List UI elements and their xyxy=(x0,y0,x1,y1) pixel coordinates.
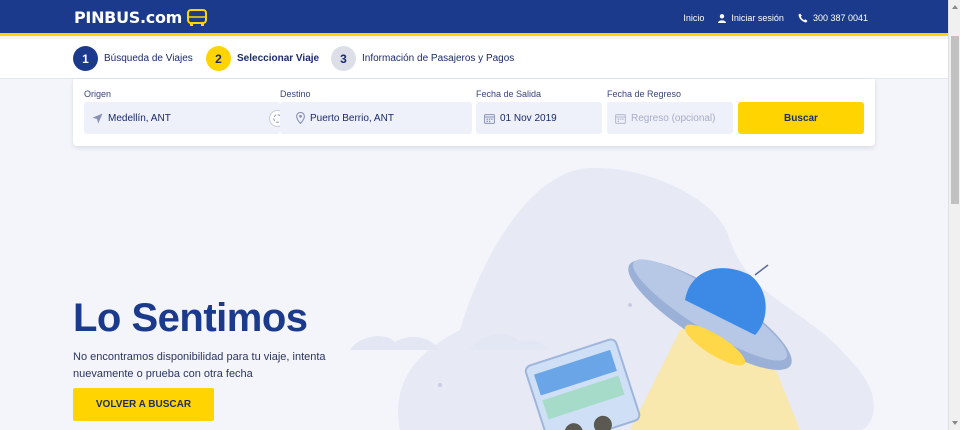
departure-date-value: 01 Nov 2019 xyxy=(500,112,557,124)
pinbus-logo[interactable]: PINBUS.com xyxy=(74,8,208,27)
bus-logo-icon xyxy=(187,8,208,26)
search-button[interactable]: Buscar xyxy=(738,102,864,134)
step-search-trips[interactable]: 1 Búsqueda de Viajes xyxy=(73,46,193,71)
user-icon xyxy=(718,13,727,23)
step-number: 2 xyxy=(206,46,231,71)
nav-phone-link[interactable]: 300 387 0041 xyxy=(798,13,868,23)
scroll-up-arrow-icon[interactable] xyxy=(951,3,959,11)
return-date-label: Fecha de Regreso xyxy=(607,89,682,99)
map-pin-icon xyxy=(296,112,305,124)
destination-field[interactable]: Puerto Berrio, ANT xyxy=(280,102,472,134)
top-header: PINBUS.com Inicio Iniciar sesión 300 387… xyxy=(0,0,948,36)
departure-date-label: Fecha de Salida xyxy=(476,89,542,99)
origin-label: Origen xyxy=(84,89,112,99)
step-label: Búsqueda de Viajes xyxy=(104,53,193,64)
ufo-illustration xyxy=(350,167,874,430)
origin-field[interactable]: Medellín, ANT xyxy=(84,102,280,134)
calendar-icon xyxy=(484,113,495,124)
nav-phone-label: 300 387 0041 xyxy=(812,13,868,23)
search-form: Origen Medellín, ANT Destino Puerto Berr… xyxy=(73,79,875,146)
destination-value: Puerto Berrio, ANT xyxy=(310,112,394,124)
scroll-down-arrow-icon[interactable] xyxy=(951,419,959,427)
ufo-antenna xyxy=(754,264,769,276)
step-number: 3 xyxy=(331,46,356,71)
step-label: Información de Pasajeros y Pagos xyxy=(362,53,515,64)
sparkle-dot xyxy=(438,383,442,387)
search-again-button[interactable]: VOLVER A BUSCAR xyxy=(73,388,214,421)
phone-icon xyxy=(798,13,808,23)
no-availability-message: No encontramos disponibilidad para tu vi… xyxy=(73,351,326,380)
sparkle-dot xyxy=(628,303,632,307)
page-scrollbar[interactable] xyxy=(948,0,960,430)
nav-login-label: Iniciar sesión xyxy=(731,13,784,23)
step-number: 1 xyxy=(73,46,98,71)
booking-steps: 1 Búsqueda de Viajes 2 Seleccionar Viaje… xyxy=(0,39,948,79)
nav-home-label: Inicio xyxy=(683,13,705,23)
nav-home-link[interactable]: Inicio xyxy=(683,13,704,23)
background-blob xyxy=(398,167,874,430)
departure-date-field[interactable]: 01 Nov 2019 xyxy=(476,102,602,134)
scroll-thumb[interactable] xyxy=(951,36,959,204)
step-label: Seleccionar Viaje xyxy=(237,53,320,64)
return-date-field[interactable]: Regreso (opcional) xyxy=(607,102,733,134)
logo-text: PINBUS.com xyxy=(74,8,183,27)
step-select-trip[interactable]: 2 Seleccionar Viaje xyxy=(206,46,319,71)
top-navigation: Inicio Iniciar sesión 300 387 0041 xyxy=(669,0,868,36)
calendar-icon xyxy=(615,113,626,124)
nav-login-link[interactable]: Iniciar sesión xyxy=(718,13,784,23)
location-arrow-icon xyxy=(92,113,103,123)
origin-value: Medellín, ANT xyxy=(108,112,171,124)
return-date-placeholder: Regreso (opcional) xyxy=(631,112,716,124)
destination-label: Destino xyxy=(280,89,311,99)
page-title: Lo Sentimos xyxy=(73,296,308,340)
cloud-left xyxy=(350,336,438,350)
step-passenger-payment[interactable]: 3 Información de Pasajeros y Pagos xyxy=(331,46,514,71)
